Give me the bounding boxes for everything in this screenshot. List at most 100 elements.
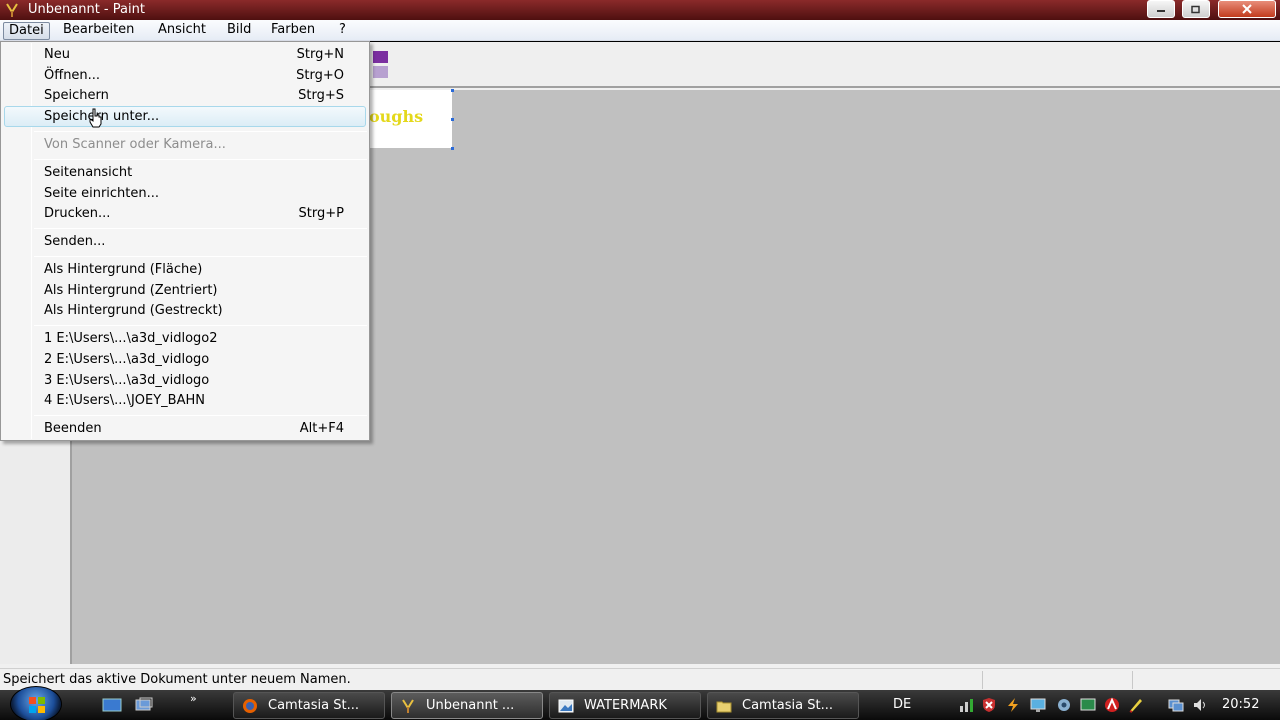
show-desktop-icon[interactable] [102, 697, 122, 713]
menu-separator [34, 256, 367, 257]
menu-item-label: Senden... [44, 234, 106, 249]
menu-item-beenden[interactable]: Beenden Alt+F4 [4, 418, 366, 439]
menu-item-shortcut: Strg+P [298, 206, 344, 221]
taskbar-button-label: Camtasia St... [268, 698, 359, 713]
menu-item-label: Seitenansicht [44, 165, 133, 180]
restore-icon [1191, 5, 1200, 14]
menu-item-scanner: Von Scanner oder Kamera... [4, 134, 366, 155]
color-swatch[interactable] [373, 51, 388, 63]
menu-item-label: 2 E:\Users\...\a3d_vidlogo [44, 352, 210, 367]
menu-item-recent-1[interactable]: 1 E:\Users\...\a3d_vidlogo2 [4, 328, 366, 349]
resize-handle[interactable] [451, 118, 454, 121]
menu-item-label: Speichern [44, 88, 109, 103]
clock[interactable]: 20:52 [1222, 697, 1259, 712]
menu-separator [34, 131, 367, 132]
taskbar-button-paint[interactable]: Unbenannt ... [391, 692, 543, 719]
close-button[interactable] [1218, 0, 1276, 18]
menu-item-speichern-unter[interactable]: Speichern unter... [4, 106, 366, 127]
menu-item-label: Öffnen... [44, 68, 101, 83]
menu-separator [34, 325, 367, 326]
start-button[interactable] [10, 686, 62, 720]
hand-cursor-icon [89, 108, 102, 128]
antivirus-icon[interactable] [1104, 697, 1120, 713]
firefox-icon [243, 699, 257, 713]
taskbar-button-label: WATERMARK [584, 698, 667, 713]
network-connection-icon[interactable] [1168, 697, 1184, 713]
menu-item-label: Von Scanner oder Kamera... [44, 137, 226, 152]
status-panel [1132, 671, 1133, 689]
color-swatch[interactable] [373, 66, 388, 78]
image-icon [558, 699, 574, 713]
resize-handle[interactable] [451, 89, 454, 92]
menu-item-seitenansicht[interactable]: Seitenansicht [4, 162, 366, 183]
taskbar-button-label: Unbenannt ... [426, 698, 515, 713]
menu-item-recent-3[interactable]: 3 E:\Users\...\a3d_vidlogo [4, 370, 366, 391]
menu-bar: Datei Bearbeiten Ansicht Bild Farben ? [0, 20, 1280, 41]
taskbar-button-camtasia-1[interactable]: Camtasia St... [233, 692, 385, 719]
menu-farben[interactable]: Farben [266, 22, 320, 40]
menu-item-hintergrund-flaeche[interactable]: Als Hintergrund (Fläche) [4, 259, 366, 280]
menu-bearbeiten[interactable]: Bearbeiten [58, 22, 139, 40]
menu-item-senden[interactable]: Senden... [4, 231, 366, 252]
maximize-button[interactable] [1182, 0, 1210, 18]
menu-item-shortcut: Alt+F4 [299, 421, 344, 436]
minimize-icon [1157, 10, 1165, 12]
security-shield-icon[interactable] [981, 697, 997, 713]
display-icon[interactable] [1080, 697, 1096, 713]
menu-bild[interactable]: Bild [222, 22, 256, 40]
menu-item-label: Drucken... [44, 206, 111, 221]
status-panel [982, 671, 983, 689]
windows-logo-icon [29, 697, 45, 713]
menu-item-label: Als Hintergrund (Zentriert) [44, 283, 218, 298]
menu-item-shortcut: Strg+N [296, 47, 344, 62]
menu-item-drucken[interactable]: Drucken... Strg+P [4, 203, 366, 224]
menu-separator [34, 415, 367, 416]
lightning-icon[interactable] [1005, 697, 1021, 713]
paint-icon [402, 699, 414, 713]
menu-item-label: Seite einrichten... [44, 186, 160, 201]
menu-item-label: Beenden [44, 421, 102, 436]
menu-item-recent-4[interactable]: 4 E:\Users\...\JOEY_BAHN [4, 390, 366, 411]
menu-item-label: Als Hintergrund (Fläche) [44, 262, 203, 277]
title-bar: Unbenannt - Paint [0, 0, 1280, 20]
menu-item-recent-2[interactable]: 2 E:\Users\...\a3d_vidlogo [4, 349, 366, 370]
menu-item-hintergrund-gestreckt[interactable]: Als Hintergrund (Gestreckt) [4, 300, 366, 321]
minimize-button[interactable] [1147, 0, 1175, 18]
monitor-icon[interactable] [1030, 697, 1046, 713]
canvas-text: oughs [369, 107, 424, 126]
menu-ansicht[interactable]: Ansicht [153, 22, 211, 40]
switch-windows-icon[interactable] [134, 697, 154, 713]
menu-item-label: Neu [44, 47, 70, 62]
menu-separator [34, 228, 367, 229]
network-icon[interactable] [958, 697, 974, 713]
menu-item-hintergrund-zentriert[interactable]: Als Hintergrund (Zentriert) [4, 280, 366, 301]
file-menu: Neu Strg+N Öffnen... Strg+O Speichern St… [0, 41, 370, 441]
folder-icon [716, 701, 732, 713]
status-bar: Speichert das aktive Dokument unter neue… [0, 668, 1280, 690]
menu-item-label: Als Hintergrund (Gestreckt) [44, 303, 223, 318]
taskbar-button-watermark[interactable]: WATERMARK [549, 692, 701, 719]
menu-help[interactable]: ? [334, 22, 351, 40]
taskbar-button-camtasia-2[interactable]: Camtasia St... [707, 692, 859, 719]
menu-item-oeffnen[interactable]: Öffnen... Strg+O [4, 65, 366, 86]
volume-icon[interactable] [1192, 697, 1208, 713]
menu-item-label: 4 E:\Users\...\JOEY_BAHN [44, 393, 205, 408]
language-indicator[interactable]: DE [893, 697, 911, 712]
resize-handle[interactable] [451, 147, 454, 150]
menu-item-seite-einrichten[interactable]: Seite einrichten... [4, 183, 366, 204]
menu-item-shortcut: Strg+O [296, 68, 344, 83]
settings-gear-icon[interactable] [1056, 697, 1072, 713]
paint-icon [6, 3, 18, 17]
menu-item-label: 1 E:\Users\...\a3d_vidlogo2 [44, 331, 218, 346]
menu-item-neu[interactable]: Neu Strg+N [4, 44, 366, 65]
pen-tool-icon[interactable] [1128, 697, 1144, 713]
status-text: Speichert das aktive Dokument unter neue… [3, 672, 351, 687]
menu-separator [34, 159, 367, 160]
close-icon [1242, 4, 1252, 14]
taskbar: » Camtasia St... Unbenannt ... WATERMARK… [0, 686, 1280, 720]
menu-item-shortcut: Strg+S [298, 88, 344, 103]
menu-datei[interactable]: Datei [3, 22, 50, 40]
window-title: Unbenannt - Paint [28, 2, 145, 17]
quicklaunch-overflow-icon[interactable]: » [190, 692, 197, 705]
menu-item-speichern[interactable]: Speichern Strg+S [4, 85, 366, 106]
